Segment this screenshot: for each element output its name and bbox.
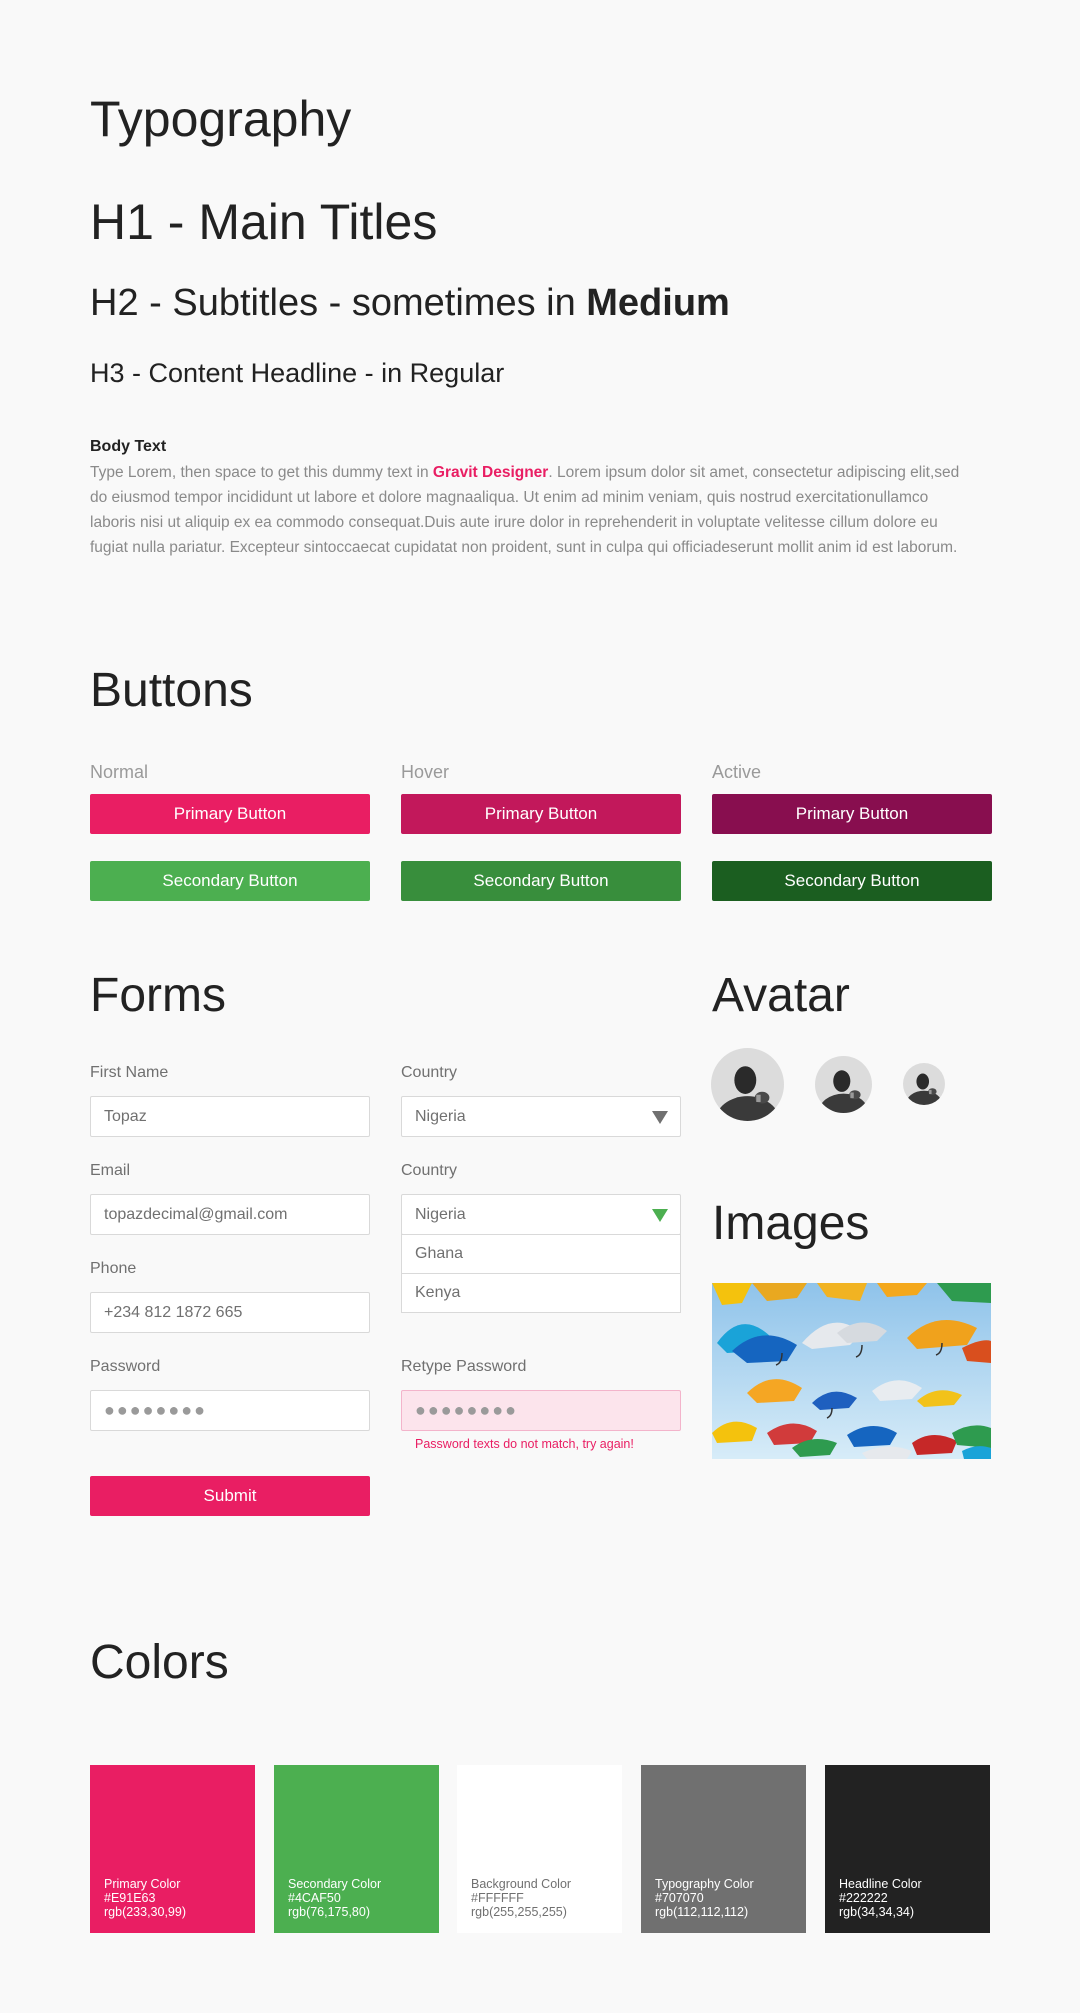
swatch-headline-text: Headline Color #222222 rgb(34,34,34) xyxy=(839,1877,922,1919)
h2-sample: H2 - Subtitles - sometimes in Medium xyxy=(90,282,730,325)
swatch-rgb: rgb(233,30,99) xyxy=(104,1905,187,1919)
primary-button-hover[interactable]: Primary Button xyxy=(401,794,681,834)
swatch-rgb: rgb(255,255,255) xyxy=(471,1905,567,1919)
swatch-name: Headline Color xyxy=(839,1877,922,1891)
avatar-large[interactable] xyxy=(711,1048,784,1121)
swatch-hex: #FFFFFF xyxy=(471,1891,524,1905)
dropdown-arrow-icon xyxy=(652,1111,668,1124)
swatch-rgb: rgb(76,175,80) xyxy=(288,1905,371,1919)
primary-button-normal[interactable]: Primary Button xyxy=(90,794,370,834)
retype-password-field[interactable]: ●●●●●●●● xyxy=(401,1390,681,1431)
country-label: Country xyxy=(401,1064,458,1081)
secondary-button-active[interactable]: Secondary Button xyxy=(712,861,992,901)
swatch-rgb: rgb(112,112,112) xyxy=(655,1905,749,1919)
swatch-secondary-text: Secondary Color #4CAF50 rgb(76,175,80) xyxy=(288,1877,381,1919)
password-error-message: Password texts do not match, try again! xyxy=(415,1437,634,1451)
country-option-kenya[interactable]: Kenya xyxy=(401,1273,681,1313)
swatch-background-color: Background Color #FFFFFF rgb(255,255,255… xyxy=(457,1765,622,1933)
person-avatar-icon xyxy=(903,1063,945,1105)
swatch-typography-color: Typography Color #707070 rgb(112,112,112… xyxy=(641,1765,806,1933)
typography-section-title: Typography xyxy=(90,91,352,147)
swatch-name: Background Color xyxy=(471,1877,572,1891)
dropdown-arrow-active-icon xyxy=(652,1209,668,1222)
swatch-secondary-color: Secondary Color #4CAF50 rgb(76,175,80) xyxy=(274,1765,439,1933)
swatch-hex: #707070 xyxy=(655,1891,704,1905)
first-name-field[interactable]: Topaz xyxy=(90,1096,370,1137)
person-avatar-icon xyxy=(815,1056,872,1113)
state-label-active: Active xyxy=(712,762,762,782)
avatar-section-title: Avatar xyxy=(712,969,850,1022)
swatch-hex: #222222 xyxy=(839,1891,888,1905)
password-label: Password xyxy=(90,1358,161,1375)
password-field[interactable]: ●●●●●●●● xyxy=(90,1390,370,1431)
body-text-label: Body Text xyxy=(90,438,167,455)
email-field[interactable]: topazdecimal@gmail.com xyxy=(90,1194,370,1235)
h1-sample: H1 - Main Titles xyxy=(90,194,438,250)
primary-button-active[interactable]: Primary Button xyxy=(712,794,992,834)
swatch-headline-color: Headline Color #222222 rgb(34,34,34) xyxy=(825,1765,990,1933)
swatch-hex: #E91E63 xyxy=(104,1891,156,1905)
swatch-hex: #4CAF50 xyxy=(288,1891,341,1905)
swatch-rgb: rgb(34,34,34) xyxy=(839,1905,915,1919)
person-avatar-icon xyxy=(711,1048,784,1121)
country-option-ghana[interactable]: Ghana xyxy=(401,1234,681,1274)
country-select[interactable]: Nigeria xyxy=(401,1096,681,1137)
swatch-name: Typography Color xyxy=(655,1877,754,1891)
secondary-button-hover[interactable]: Secondary Button xyxy=(401,861,681,901)
umbrellas-image xyxy=(712,1283,991,1459)
secondary-button-normal[interactable]: Secondary Button xyxy=(90,861,370,901)
first-name-label: First Name xyxy=(90,1064,169,1081)
avatar-small[interactable] xyxy=(903,1063,945,1105)
h2-sample-bold: Medium xyxy=(586,282,730,324)
colors-section-title: Colors xyxy=(90,1636,229,1689)
country-open-label: Country xyxy=(401,1162,458,1179)
country-select-open-value: Nigeria xyxy=(415,1206,466,1223)
state-label-normal: Normal xyxy=(90,762,149,782)
retype-password-label: Retype Password xyxy=(401,1358,527,1375)
forms-section-title: Forms xyxy=(90,969,226,1022)
body-text-sample: Type Lorem, then space to get this dummy… xyxy=(90,460,970,560)
phone-label: Phone xyxy=(90,1260,137,1277)
gravit-designer-highlight: Gravit Designer xyxy=(432,464,549,481)
swatch-primary-text: Primary Color #E91E63 rgb(233,30,99) xyxy=(104,1877,186,1919)
avatar-medium[interactable] xyxy=(815,1056,872,1113)
h2-sample-text: H2 - Subtitles - sometimes in xyxy=(90,282,587,324)
country-select-value: Nigeria xyxy=(415,1108,466,1125)
country-select-open[interactable]: Nigeria xyxy=(401,1194,681,1235)
swatch-primary-color: Primary Color #E91E63 rgb(233,30,99) xyxy=(90,1765,255,1933)
body-text-before: Type Lorem, then space to get this dummy… xyxy=(90,464,433,481)
swatch-name: Primary Color xyxy=(104,1877,181,1891)
phone-field[interactable]: +234 812 1872 665 xyxy=(90,1292,370,1333)
swatch-typography-text: Typography Color #707070 rgb(112,112,112… xyxy=(655,1877,754,1919)
swatch-background-text: Background Color #FFFFFF rgb(255,255,255… xyxy=(471,1877,571,1919)
email-label: Email xyxy=(90,1162,131,1179)
buttons-section-title: Buttons xyxy=(90,664,253,717)
h3-sample: H3 - Content Headline - in Regular xyxy=(90,358,505,388)
umbrellas-picture xyxy=(712,1283,991,1459)
swatch-name: Secondary Color xyxy=(288,1877,382,1891)
images-section-title: Images xyxy=(712,1197,870,1250)
state-label-hover: Hover xyxy=(401,762,450,782)
submit-button[interactable]: Submit xyxy=(90,1476,370,1516)
